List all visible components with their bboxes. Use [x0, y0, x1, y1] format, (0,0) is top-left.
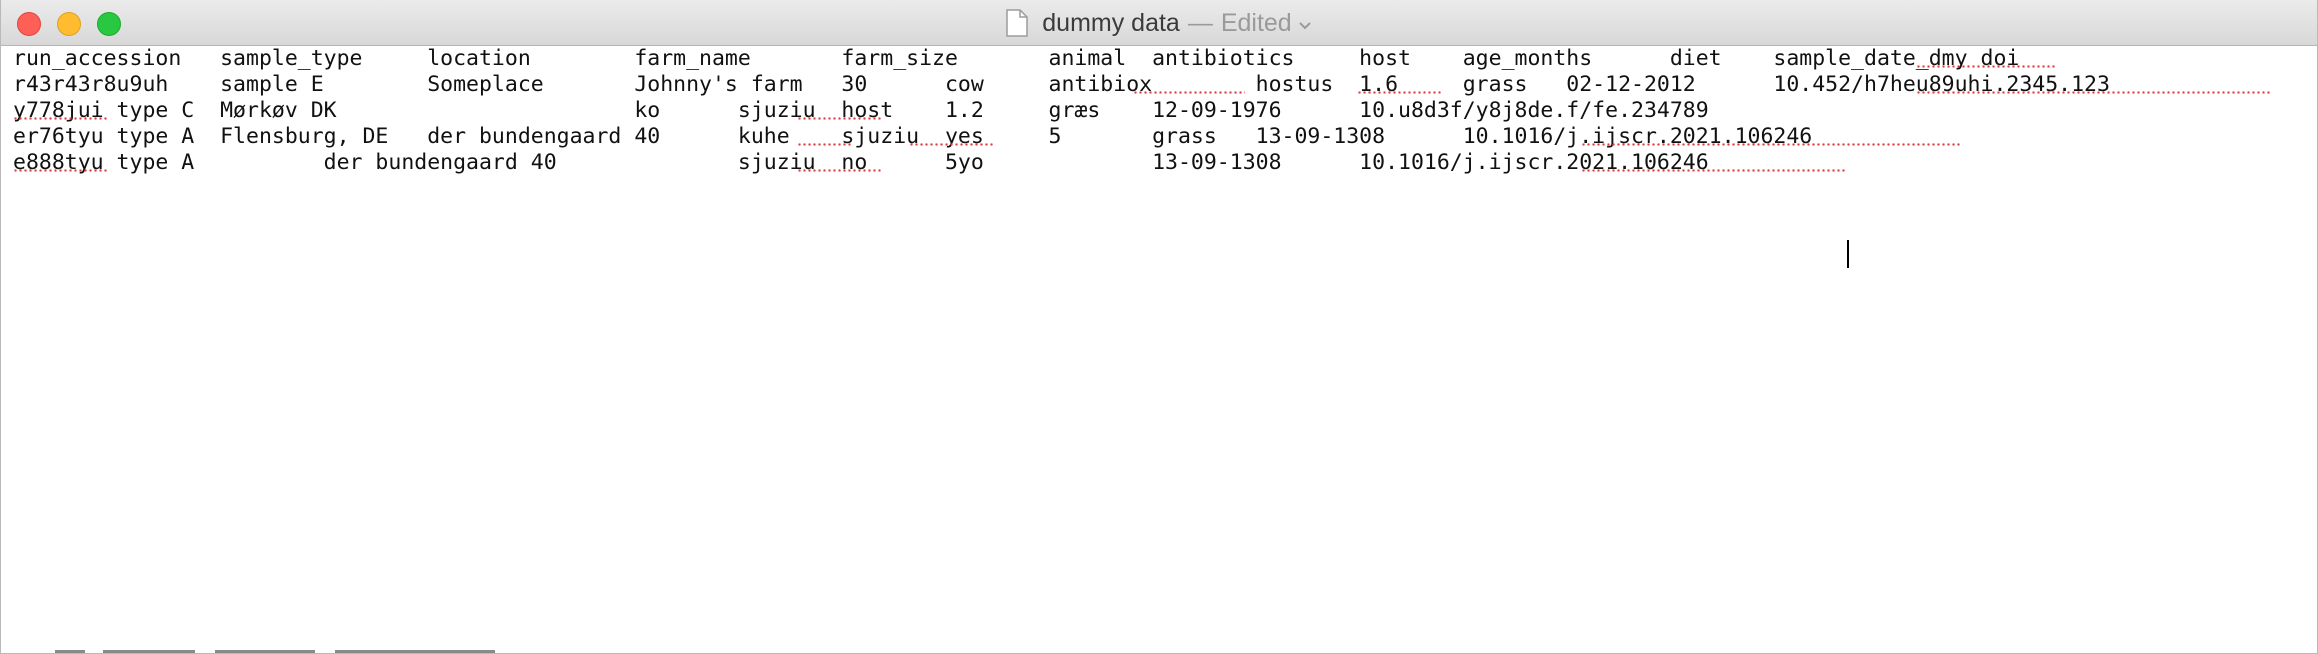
edited-status: Edited: [1220, 8, 1292, 37]
spellcheck-underline: [13, 169, 109, 172]
chevron-down-icon[interactable]: [1298, 9, 1312, 38]
text-line[interactable]: r43r43r8u9uh sample E Someplace Johnny's…: [13, 72, 2110, 98]
window-title[interactable]: dummy data — Edited: [1, 0, 2317, 46]
text-line[interactable]: y778jui type C Mørkøv DK ko sjuziu host …: [13, 98, 1709, 124]
spellcheck-underline: [1581, 169, 1847, 172]
spellcheck-underline: [797, 117, 881, 120]
spellcheck-underline: [797, 169, 881, 172]
document-icon: [1006, 9, 1029, 37]
text-line[interactable]: e888tyu type A der bundengaard 40 sjuziu…: [13, 150, 1709, 176]
spellcheck-underline: [909, 143, 993, 146]
clipped-text-fragment: [55, 644, 495, 653]
spellcheck-underline: [1357, 91, 1441, 94]
text-line[interactable]: er76tyu type A Flensburg, DE der bundeng…: [13, 124, 1812, 150]
spellcheck-underline: [1133, 91, 1245, 94]
text-editor-window: dummy data — Edited run_accession sample…: [0, 0, 2318, 654]
spellcheck-underline: [1916, 65, 2056, 68]
spellcheck-underline: [1581, 143, 1961, 146]
text-line-header[interactable]: run_accession sample_type location farm_…: [13, 46, 2019, 72]
text-area[interactable]: run_accession sample_type location farm_…: [1, 46, 2317, 653]
spellcheck-underline: [1916, 91, 2272, 94]
title-bar[interactable]: dummy data — Edited: [1, 0, 2317, 46]
spellcheck-underline: [797, 143, 853, 146]
title-separator: —: [1187, 8, 1213, 37]
spellcheck-underline: [13, 117, 109, 120]
document-name: dummy data: [1042, 8, 1180, 37]
text-cursor: [1847, 240, 1849, 268]
